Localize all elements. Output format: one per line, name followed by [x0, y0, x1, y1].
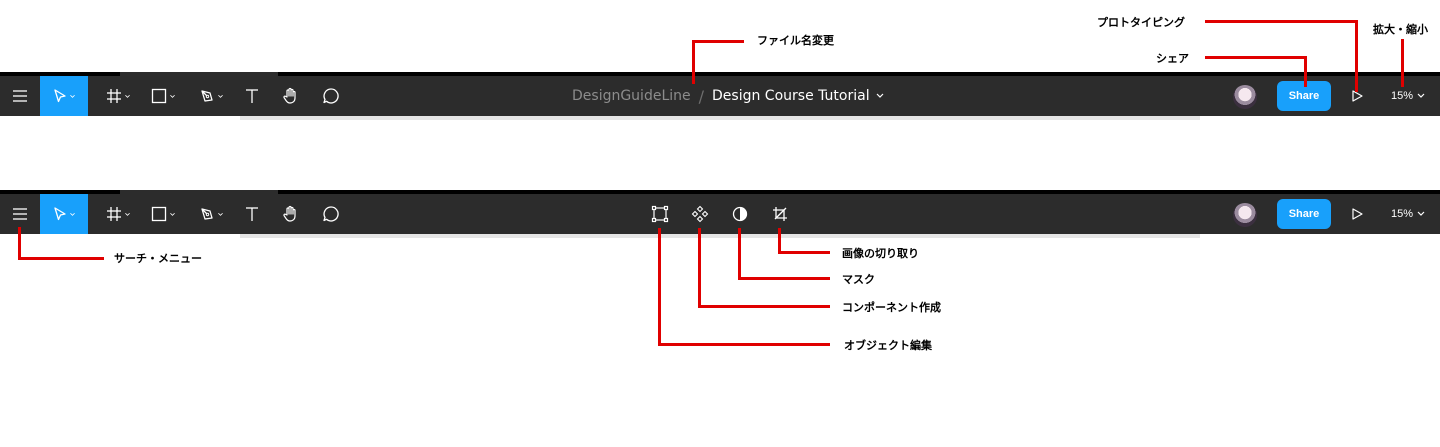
annotation-line-rename	[692, 40, 744, 43]
annotation-crop-image: 画像の切り取り	[842, 247, 919, 260]
file-name[interactable]: Design Course Tutorial	[712, 88, 870, 104]
chevron-down-icon[interactable]	[876, 93, 884, 99]
frame-icon	[107, 207, 121, 221]
edit-object-icon	[651, 205, 669, 223]
comment-tool[interactable]	[319, 76, 343, 116]
chevron-down-icon	[1417, 93, 1425, 98]
annotation-rename-file: ファイル名変更	[757, 34, 834, 47]
comment-icon	[323, 88, 339, 104]
canvas-edge	[240, 116, 1200, 120]
chevron-down-icon	[170, 212, 175, 216]
text-tool[interactable]	[240, 194, 264, 234]
menu-icon	[13, 208, 27, 220]
chevron-down-icon	[170, 94, 175, 98]
pen-tool[interactable]	[193, 76, 229, 116]
pen-tool[interactable]	[193, 194, 229, 234]
chevron-down-icon	[1417, 211, 1425, 216]
share-button[interactable]: Share	[1277, 199, 1331, 229]
zoom-value: 15%	[1391, 208, 1414, 220]
annotation-share: シェア	[1156, 52, 1189, 65]
chevron-down-icon	[70, 94, 75, 98]
chevron-down-icon	[218, 94, 223, 98]
rectangle-icon	[151, 88, 167, 104]
annotation-line-edit-object	[658, 343, 830, 346]
text-tool[interactable]	[240, 76, 264, 116]
canvas-edge	[240, 234, 1200, 238]
hand-tool[interactable]	[279, 194, 303, 234]
play-icon	[1352, 208, 1363, 220]
frame-icon	[107, 89, 121, 103]
annotation-line-zoom	[1401, 39, 1404, 87]
chevron-down-icon	[218, 212, 223, 216]
toolbar-bottom: Share 15%	[0, 190, 1440, 238]
hand-tool[interactable]	[279, 76, 303, 116]
file-parent-name[interactable]: DesignGuideLine	[572, 88, 691, 104]
menu-icon	[13, 90, 27, 102]
zoom-value: 15%	[1391, 90, 1414, 102]
annotation-line-component	[698, 305, 830, 308]
mask-icon	[732, 206, 748, 222]
avatar[interactable]	[1233, 85, 1257, 109]
chevron-down-icon	[70, 212, 75, 216]
annotation-line-prototyping	[1355, 20, 1358, 92]
annotation-line-component	[698, 228, 701, 308]
pen-icon	[201, 208, 213, 220]
move-icon	[54, 89, 66, 103]
annotation-mask: マスク	[842, 273, 875, 286]
frame-tool[interactable]	[100, 194, 136, 234]
hand-icon	[283, 205, 296, 222]
pen-icon	[201, 90, 213, 102]
toolbar-bottom-bar: Share 15%	[0, 194, 1440, 234]
annotation-create-component: コンポーネント作成	[842, 301, 941, 314]
crop-icon	[773, 207, 787, 221]
toolbar-top-bar: DesignGuideLine / Design Course Tutorial…	[0, 76, 1440, 116]
annotation-zoom: 拡大・縮小	[1373, 23, 1428, 36]
toolbar-top: DesignGuideLine / Design Course Tutorial…	[0, 72, 1440, 120]
annotation-search-menu: サーチ・メニュー	[114, 252, 202, 265]
zoom-dropdown[interactable]: 15%	[1391, 76, 1425, 116]
text-icon	[246, 207, 258, 221]
annotation-line-rename	[692, 40, 695, 84]
frame-tool[interactable]	[100, 76, 136, 116]
annotation-line-crop	[778, 251, 830, 254]
menu-button[interactable]	[0, 76, 40, 116]
rectangle-icon	[151, 206, 167, 222]
shape-tool[interactable]	[145, 76, 181, 116]
annotation-line-prototyping	[1205, 20, 1358, 23]
annotation-line-search-menu	[18, 227, 21, 260]
avatar[interactable]	[1233, 203, 1257, 227]
annotation-line-share	[1304, 56, 1307, 87]
shape-tool[interactable]	[145, 194, 181, 234]
annotation-line-mask	[738, 228, 741, 280]
annotation-line-share	[1205, 56, 1307, 59]
annotation-line-search-menu	[18, 257, 104, 260]
move-icon	[54, 207, 66, 221]
annotation-line-edit-object	[658, 228, 661, 346]
file-title[interactable]: DesignGuideLine / Design Course Tutorial	[572, 76, 884, 116]
breadcrumb-separator: /	[698, 86, 705, 106]
annotation-edit-object: オブジェクト編集	[844, 339, 932, 352]
move-tool[interactable]	[40, 194, 88, 234]
annotation-prototyping: プロトタイピング	[1097, 16, 1185, 29]
comment-icon	[323, 206, 339, 222]
chevron-down-icon	[125, 94, 130, 98]
hand-icon	[283, 87, 296, 104]
zoom-dropdown[interactable]: 15%	[1391, 194, 1425, 234]
text-icon	[246, 89, 258, 103]
annotation-line-mask	[738, 277, 830, 280]
component-icon	[691, 205, 709, 223]
chevron-down-icon	[125, 212, 130, 216]
comment-tool[interactable]	[319, 194, 343, 234]
present-button[interactable]	[1346, 194, 1368, 234]
move-tool[interactable]	[40, 76, 88, 116]
